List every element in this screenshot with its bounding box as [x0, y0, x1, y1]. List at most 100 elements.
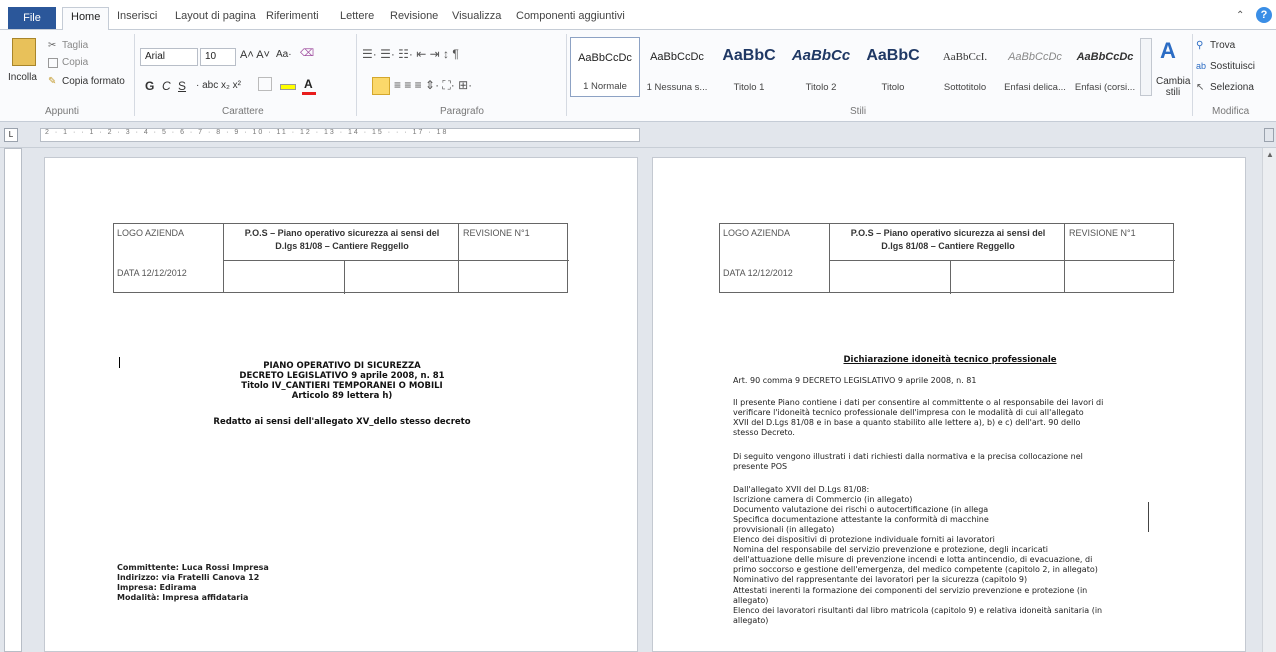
logo-cell: LOGO AZIENDA DATA 12/12/2012	[720, 224, 830, 292]
style-normale[interactable]: AaBbCcDc 1 Normale	[570, 37, 640, 97]
cut-button[interactable]: Taglia	[62, 40, 88, 51]
style-enfasi-delicata[interactable]: AaBbCcDc Enfasi delica...	[1000, 37, 1070, 97]
format-painter-button[interactable]: Copia formato	[62, 76, 125, 87]
paragraph-group-label: Paragrafo	[440, 106, 484, 117]
format-painter-icon: ✎	[48, 76, 57, 87]
logo-cell: LOGO AZIENDA DATA 12/12/2012	[114, 224, 224, 292]
grow-font-icon[interactable]: A˄ A˅	[240, 49, 270, 61]
paste-button[interactable]: Incolla	[8, 72, 37, 83]
view-ruler-icon[interactable]	[1264, 128, 1274, 142]
change-styles-icon: A	[1160, 38, 1176, 63]
replace-button[interactable]: Sostituisci	[1210, 61, 1255, 72]
ribbon-tabs: File Home Inserisci Layout di pagina Rif…	[0, 0, 1276, 31]
header-title-line2: D.lgs 81/08 – Cantiere Reggello	[275, 241, 409, 251]
ribbon: Incolla ✂ Taglia Copia ✎ Copia formato A…	[0, 30, 1276, 122]
declaration-line: allegato)	[733, 616, 769, 625]
document-page-1[interactable]: LOGO AZIENDA DATA 12/12/2012 P.O.S – Pia…	[44, 157, 638, 652]
revision-label: REVISIONE N°1	[463, 228, 530, 238]
tab-riferimenti[interactable]: Riferimenti	[266, 10, 319, 22]
header-title-line2: D.lgs 81/08 – Cantiere Reggello	[881, 241, 1015, 251]
table-rule	[950, 260, 951, 294]
table-rule	[224, 260, 569, 261]
revision-cell: REVISIONE N°1	[1065, 224, 1175, 292]
declaration-line: provvisionali (in allegato)	[733, 525, 835, 534]
font-color-icon[interactable]: A	[304, 77, 313, 91]
declaration-line: Di seguito vengono illustrati i dati ric…	[733, 452, 1083, 461]
font-size-select[interactable]: 10	[200, 48, 236, 66]
date-label: DATA 12/12/2012	[117, 268, 187, 278]
tab-lettere[interactable]: Lettere	[340, 10, 374, 22]
tab-revisione[interactable]: Revisione	[390, 10, 438, 22]
declaration-line: Nomina del responsabile del servizio pre…	[733, 545, 1048, 554]
header-title-line1: P.O.S – Piano operativo sicurezza ai sen…	[850, 228, 1046, 238]
declaration-line: Nominativo del rappresentante dei lavora…	[733, 575, 1028, 584]
tab-selector-icon[interactable]: L	[4, 128, 18, 142]
find-button[interactable]: Trova	[1210, 40, 1235, 51]
strike-sub-sup-icons[interactable]: · abc x₂ x²	[196, 80, 241, 91]
clear-format-icon[interactable]: ⌫	[300, 48, 314, 59]
declaration-line: XVII del D.Lgs 81/08 e in base a quanto …	[733, 418, 1081, 427]
modalita-line: Modalità: Impresa affidataria	[117, 593, 249, 602]
replace-icon: ab	[1196, 61, 1207, 71]
style-sottotitolo[interactable]: AaBbCcI. Sottotitolo	[930, 37, 1000, 97]
title-cell: P.O.S – Piano operativo sicurezza ai sen…	[830, 224, 1065, 292]
divider	[566, 34, 567, 116]
align-buttons-icons[interactable]: ≡ ≡ ≡ ⇕· ⛶· ⊞·	[394, 78, 472, 93]
scroll-up-icon[interactable]: ▲	[1266, 150, 1274, 159]
style-titolo-1[interactable]: AaBbC Titolo 1	[714, 37, 784, 97]
align-left-button[interactable]	[372, 77, 390, 95]
bold-button[interactable]: G	[145, 79, 154, 93]
collapse-ribbon-icon[interactable]: ⌃	[1236, 10, 1244, 21]
binoculars-icon: ⚲	[1196, 40, 1204, 51]
tab-home[interactable]: Home	[62, 7, 110, 31]
tab-layout[interactable]: Layout di pagina	[175, 10, 256, 22]
highlight-icon[interactable]	[280, 84, 296, 90]
logo-label: LOGO AZIENDA	[117, 228, 185, 238]
vertical-scrollbar[interactable]: ▲	[1262, 148, 1276, 652]
committente-line: Committente: Luca Rossi Impresa	[117, 563, 269, 572]
divider	[134, 34, 135, 116]
change-case-icon[interactable]: Aa·	[276, 49, 292, 60]
tab-file[interactable]: File	[8, 7, 56, 29]
indirizzo-line: Indirizzo: via Fratelli Canova 12	[117, 573, 260, 582]
style-titolo-2[interactable]: AaBbCc Titolo 2	[786, 37, 856, 97]
tab-visualizza[interactable]: Visualizza	[452, 10, 501, 22]
help-icon[interactable]: ?	[1256, 7, 1272, 23]
pos-title: PIANO OPERATIVO DI SICUREZZA	[263, 361, 421, 371]
styles-scroll-icon[interactable]	[1140, 38, 1152, 96]
header-table: LOGO AZIENDA DATA 12/12/2012 P.O.S – Pia…	[719, 223, 1175, 294]
tab-componenti[interactable]: Componenti aggiuntivi	[516, 10, 625, 22]
table-rule	[344, 260, 345, 294]
select-button[interactable]: Seleziona	[1210, 82, 1254, 93]
copy-button[interactable]: Copia	[62, 57, 88, 68]
style-enfasi-corsivo[interactable]: AaBbCcDc Enfasi (corsi...	[1070, 37, 1140, 97]
select-icon: ↖	[1196, 82, 1205, 93]
header-table: LOGO AZIENDA DATA 12/12/2012 P.O.S – Pia…	[113, 223, 569, 294]
underline-button[interactable]: S	[178, 79, 186, 93]
paste-icon[interactable]	[12, 38, 36, 66]
declaration-line: Documento valutazione dei rischi o autoc…	[733, 505, 989, 514]
vertical-ruler[interactable]	[4, 148, 22, 652]
declaration-line: Attestati inerenti la formazione dei com…	[733, 586, 1088, 595]
ruler-bar: L 2 · 1 · · 1 · 2 · 3 · 4 · 5 · 6 · 7 · …	[0, 122, 1276, 148]
declaration-line: primo soccorso e gestione dell'emergenza…	[733, 565, 1098, 574]
logo-label: LOGO AZIENDA	[723, 228, 791, 238]
document-page-2[interactable]: LOGO AZIENDA DATA 12/12/2012 P.O.S – Pia…	[652, 157, 1246, 652]
tab-inserisci[interactable]: Inserisci	[117, 10, 157, 22]
text-effects-icon[interactable]	[258, 77, 272, 91]
declaration-line: dell'attuazione delle misure di prevenzi…	[733, 555, 1093, 564]
divider	[356, 34, 357, 116]
style-titolo[interactable]: AaBbC Titolo	[858, 37, 928, 97]
divider	[1192, 34, 1193, 116]
italic-button[interactable]: C	[162, 79, 171, 93]
table-rule	[830, 260, 1175, 261]
style-nessuna-spaziatura[interactable]: AaBbCcDc 1 Nessuna s...	[642, 37, 712, 97]
list-buttons-icons[interactable]: ☰· ☰· ☷· ⇤ ⇥ ↕ ¶	[362, 47, 459, 61]
font-name-select[interactable]: Arial	[140, 48, 198, 66]
horizontal-ruler[interactable]: 2 · 1 · · 1 · 2 · 3 · 4 · 5 · 6 · 7 · 8 …	[40, 128, 640, 142]
change-styles-button[interactable]: Cambia stili	[1156, 76, 1190, 98]
declaration-line: allegato)	[733, 596, 769, 605]
declaration-line: Dall'allegato XVII del D.Lgs 81/08:	[733, 485, 870, 494]
date-label: DATA 12/12/2012	[723, 268, 793, 278]
declaration-line: presente POS	[733, 462, 788, 471]
